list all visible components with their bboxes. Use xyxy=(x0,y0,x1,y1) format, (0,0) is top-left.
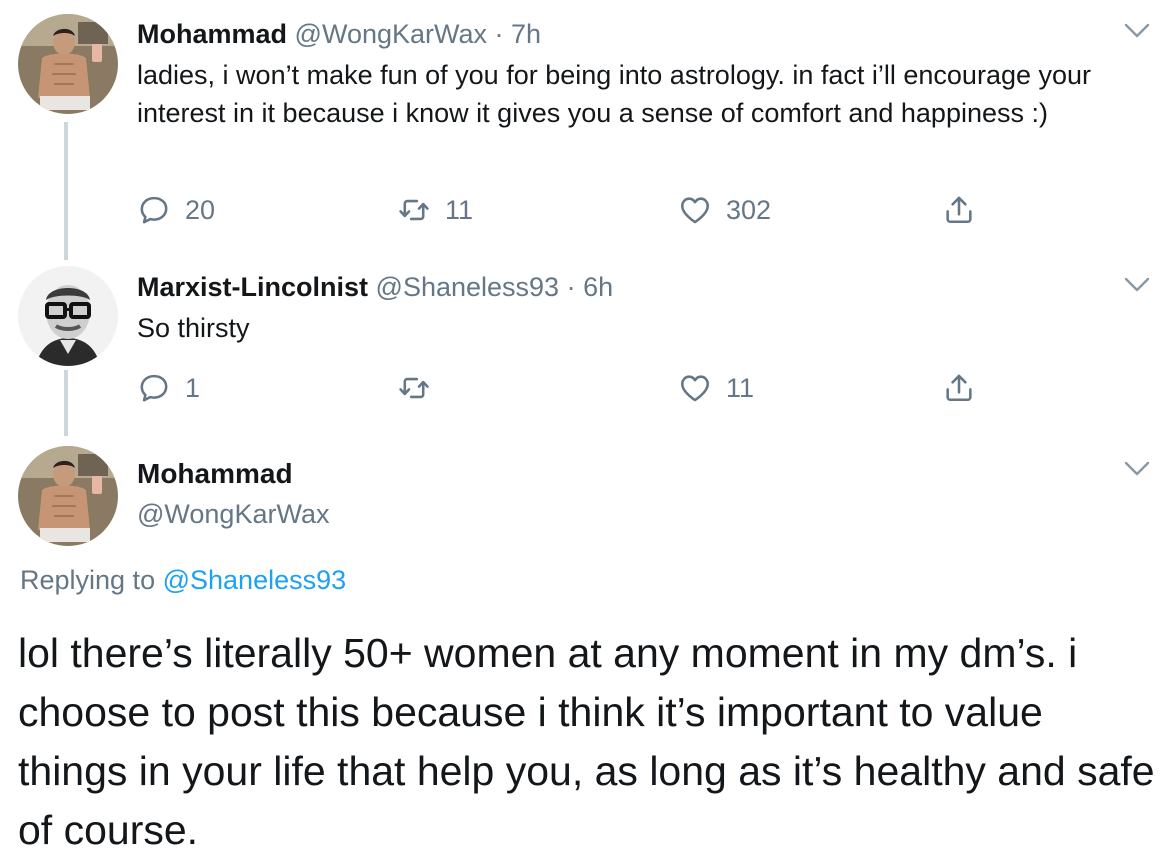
timestamp[interactable]: · 7h xyxy=(495,19,542,49)
share-button[interactable] xyxy=(942,188,976,232)
tweet-actions: 20 11 302 xyxy=(137,188,997,232)
retweet-icon xyxy=(397,371,431,405)
retweet-icon xyxy=(397,193,431,227)
heart-icon xyxy=(678,193,712,227)
replying-to: Replying to @Shaneless93 xyxy=(20,565,346,596)
tweet-text: ladies, i won’t make fun of you for bein… xyxy=(137,60,1092,128)
avatar[interactable] xyxy=(18,446,118,546)
share-button[interactable] xyxy=(942,366,976,410)
display-name[interactable]: Mohammad xyxy=(137,19,287,49)
user-handle[interactable]: @Shaneless93 xyxy=(376,272,560,302)
reply-count: 1 xyxy=(185,372,201,403)
reply-icon xyxy=(137,371,171,405)
avatar[interactable] xyxy=(18,14,118,114)
like-button[interactable]: 11 xyxy=(678,366,754,410)
reply-count: 20 xyxy=(185,194,216,225)
share-icon xyxy=(942,371,976,405)
share-icon xyxy=(942,193,976,227)
thread-line xyxy=(64,122,68,260)
reply-button[interactable]: 20 xyxy=(137,188,215,232)
thread-line xyxy=(64,370,68,436)
replying-to-link[interactable]: @Shaneless93 xyxy=(163,565,347,595)
chevron-down-icon[interactable] xyxy=(1122,20,1152,42)
like-count: 302 xyxy=(726,194,772,225)
tweet-item[interactable]: Marxist-Lincolnist @Shaneless93 · 6h So … xyxy=(137,269,1156,347)
display-name[interactable]: Marxist-Lincolnist xyxy=(137,272,368,302)
tweet-actions: 1 11 xyxy=(137,366,997,410)
reply-button[interactable]: 1 xyxy=(137,366,200,410)
tweet-text: So thirsty xyxy=(137,313,250,343)
reply-icon xyxy=(137,193,171,227)
retweet-count: 11 xyxy=(445,194,474,225)
display-name[interactable]: Mohammad xyxy=(137,456,329,492)
main-tweet-header: Mohammad @WongKarWax xyxy=(137,456,329,532)
timestamp[interactable]: · 6h xyxy=(567,272,614,302)
like-button[interactable]: 302 xyxy=(678,188,771,232)
user-handle[interactable]: @WongKarWax xyxy=(295,19,487,49)
chevron-down-icon[interactable] xyxy=(1122,274,1152,296)
tweet-header: Mohammad @WongKarWax · 7h xyxy=(137,16,1156,52)
main-tweet-text: lol there’s literally 50+ women at any m… xyxy=(18,630,1155,853)
user-handle[interactable]: @WongKarWax xyxy=(137,496,329,532)
avatar[interactable] xyxy=(18,266,118,366)
replying-prefix: Replying to xyxy=(20,565,156,595)
retweet-button[interactable]: 11 xyxy=(397,188,473,232)
tweet-item[interactable]: Mohammad @WongKarWax · 7h ladies, i won’… xyxy=(137,16,1156,132)
retweet-button[interactable] xyxy=(397,366,445,410)
heart-icon xyxy=(678,371,712,405)
tweet-header: Marxist-Lincolnist @Shaneless93 · 6h xyxy=(137,269,1156,305)
like-count: 11 xyxy=(726,372,755,403)
chevron-down-icon[interactable] xyxy=(1122,458,1152,480)
